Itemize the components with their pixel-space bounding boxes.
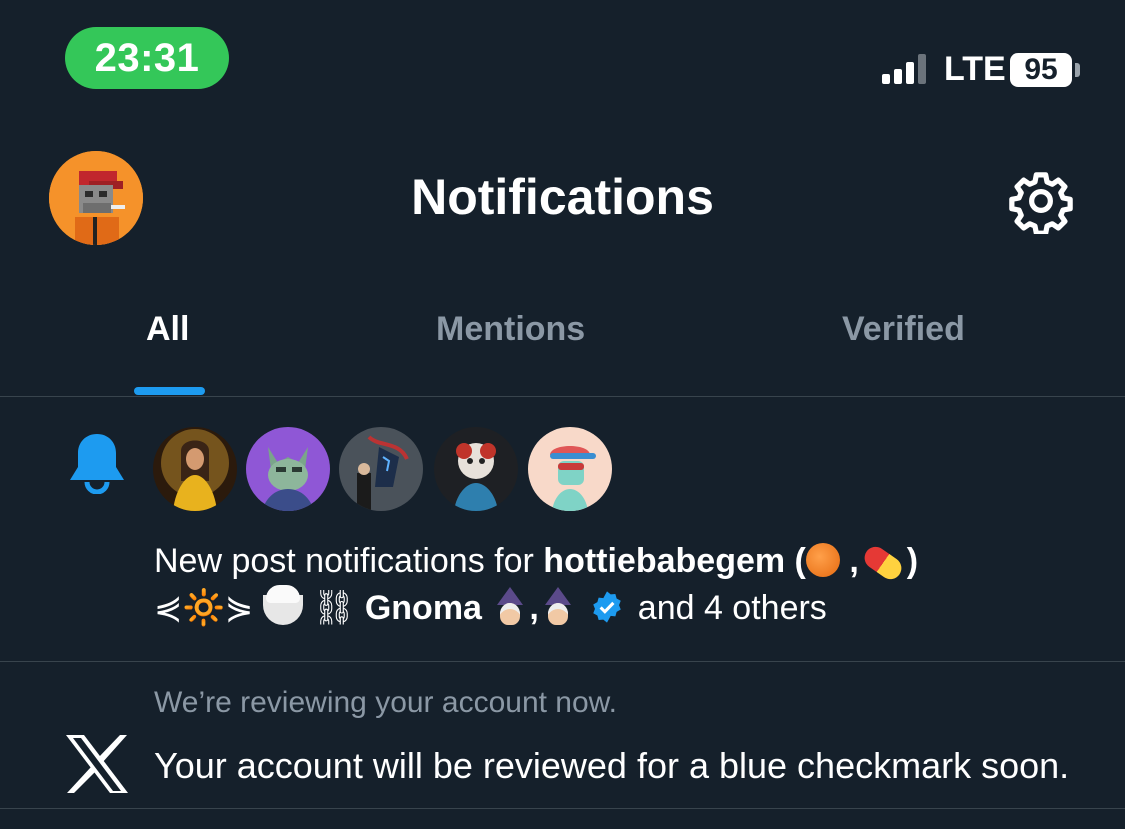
avatar-icon — [339, 427, 423, 511]
chain-emoji-text: ⛓ — [312, 589, 356, 627]
user-name[interactable]: Gnoma — [365, 589, 482, 627]
active-tab-indicator — [134, 387, 205, 395]
bell-icon — [68, 432, 126, 495]
gear-icon — [1009, 172, 1073, 236]
separator-comma: , — [849, 542, 859, 580]
separator-comma: , — [529, 589, 539, 627]
avatar[interactable] — [528, 427, 612, 511]
avatar-icon — [528, 427, 612, 511]
review-subtitle: We’re reviewing your account now. — [154, 686, 618, 719]
avatar-icon — [153, 427, 237, 511]
avatar[interactable] — [246, 427, 330, 511]
tab-all[interactable]: All — [146, 310, 189, 349]
cellular-signal-icon — [882, 54, 932, 84]
pill-emoji-icon — [860, 542, 906, 584]
new-post-notification-text[interactable]: New post notifications for hottiebabegem… — [154, 538, 1054, 632]
x-logo-icon — [64, 734, 130, 794]
avatar[interactable] — [339, 427, 423, 511]
divider — [0, 808, 1125, 809]
avatar-icon — [434, 427, 518, 511]
tab-verified[interactable]: Verified — [842, 310, 965, 349]
user-name[interactable]: hottiebabegem ( — [543, 542, 806, 580]
network-type: LTE — [944, 50, 1006, 88]
orange-emoji-icon — [805, 543, 840, 577]
verified-badge-icon — [593, 591, 622, 623]
page-title: Notifications — [411, 169, 714, 225]
notification-prefix: New post notifications for — [154, 542, 534, 580]
user-name-close: ) — [906, 542, 919, 580]
rice-emoji-icon — [262, 585, 303, 625]
status-time: 23:31 — [65, 27, 229, 89]
mage-emoji-icon — [539, 587, 577, 627]
avatar[interactable] — [153, 427, 237, 511]
tab-mentions[interactable]: Mentions — [436, 310, 585, 349]
notification-suffix: and 4 others — [637, 589, 827, 627]
divider — [0, 661, 1125, 662]
divider — [0, 396, 1125, 397]
avatar[interactable] — [434, 427, 518, 511]
battery-tip — [1075, 63, 1080, 77]
review-notification-text[interactable]: Your account will be reviewed for a blue… — [154, 745, 1069, 787]
mage-emoji-icon — [491, 587, 529, 627]
avatar-icon — [246, 427, 330, 511]
battery-icon: 95 — [1010, 53, 1072, 87]
sun-emoji-text: ⋞🔆⋟ — [154, 589, 254, 627]
battery-level: 95 — [1024, 53, 1058, 86]
settings-button[interactable] — [1008, 168, 1074, 236]
